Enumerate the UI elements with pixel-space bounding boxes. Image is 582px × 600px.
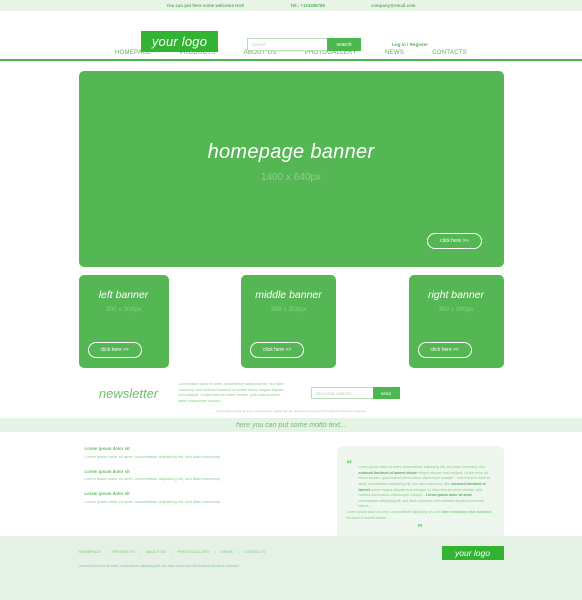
middle-banner-cta[interactable]: click here >> — [250, 342, 305, 358]
list-item[interactable]: Lorem ipsum dolor sit Lorem ipsum dolor … — [85, 491, 229, 505]
right-banner-title: right banner — [427, 289, 485, 301]
hero-zone: homepage banner 1400 x 640px click here … — [0, 61, 582, 267]
site-logo-text: your logo — [151, 34, 208, 49]
footer-nav-separator: | — [214, 550, 216, 554]
news-item-body: Lorem ipsum dolor sit amet, consectetuer… — [84, 498, 221, 504]
newsletter-form: send — [310, 387, 400, 400]
footer-nav-separator: | — [106, 550, 108, 554]
left-banner-size: 300 x 300px — [105, 306, 142, 313]
footer-nav-item-news[interactable]: NEWS — [221, 550, 233, 554]
newsletter-email-input[interactable] — [310, 387, 373, 400]
testimonial-body: Lorem ipsum dolor sit amet, consectetuer… — [358, 465, 491, 509]
right-banner-size: 300 x 300px — [438, 306, 474, 313]
middle-banner[interactable]: middle banner 300 x 300px click here >> — [241, 275, 336, 368]
middle-banner-title: middle banner — [255, 289, 322, 301]
hero-cta-button[interactable]: click here >> — [427, 233, 482, 249]
testimonial-tail: Lorem ipsum dolor sit amet, consectetuer… — [346, 510, 491, 520]
quote-open-icon: “ — [346, 458, 353, 471]
right-banner[interactable]: right banner 300 x 300px click here >> — [408, 275, 504, 368]
page-root: You can put here some welcome text! Tel.… — [0, 0, 582, 600]
middle-banner-size: 300 x 300px — [270, 306, 307, 313]
quote-close-icon: ” — [417, 522, 423, 535]
footer-navigation: HOMEPAGE | PRODUCTS | ABOUT US | PHOTOGA… — [79, 550, 504, 554]
nav-item-contacts[interactable]: CONTACTS — [432, 50, 467, 56]
footer-logo[interactable]: your logo — [441, 546, 504, 560]
search-button[interactable]: search — [327, 38, 361, 51]
email-text[interactable]: company@email.com — [371, 3, 416, 8]
list-item[interactable]: Lorem ipsum dolor sit Lorem ipsum dolor … — [85, 446, 229, 460]
phone-text: Tel.: +123456789 — [290, 3, 325, 8]
site-logo[interactable]: your logo — [141, 31, 218, 52]
welcome-text: You can put here some welcome text! — [166, 3, 245, 8]
motto-text: here you can put some motto text... — [236, 421, 346, 429]
motto-band: here you can put some motto text... — [0, 418, 582, 433]
login-register-link[interactable]: Log in / Register — [392, 42, 428, 47]
search-form: search — [247, 38, 361, 51]
left-banner[interactable]: left banner 300 x 300px click here >> — [78, 275, 169, 368]
search-input[interactable] — [247, 38, 327, 51]
newsletter-footnote: Lorem ipsum dolor sit amet, consectetuer… — [215, 409, 367, 414]
newsletter-section: newsletter Lorem ipsum dolor sit amet, c… — [79, 382, 504, 404]
content-area: Lorem ipsum dolor sit Lorem ipsum dolor … — [79, 446, 504, 545]
hero-size-label: 1400 x 640px — [260, 172, 322, 183]
footer-nav-item-about-us[interactable]: ABOUT US — [146, 550, 166, 554]
right-banner-cta[interactable]: click here >> — [417, 342, 472, 358]
footer-inner: HOMEPAGE | PRODUCTS | ABOUT US | PHOTOGA… — [79, 536, 504, 568]
footer-nav-item-homepage[interactable]: HOMEPAGE — [79, 550, 102, 554]
site-footer: HOMEPAGE | PRODUCTS | ABOUT US | PHOTOGA… — [0, 536, 582, 600]
footer-nav-separator: | — [139, 550, 141, 554]
left-banner-cta[interactable]: click here >> — [87, 342, 142, 358]
promo-banner-row: left banner 300 x 300px click here >> mi… — [78, 275, 504, 368]
footer-copyright: Lorem ipsum dolor sit amet, consectetuer… — [78, 564, 239, 568]
news-item-title: Lorem ipsum dolor sit — [84, 491, 130, 497]
site-header: your logo search Log in / Register — [0, 11, 582, 52]
left-banner-title: left banner — [98, 289, 149, 301]
footer-nav-item-products[interactable]: PRODUCTS — [112, 550, 134, 554]
nav-item-news[interactable]: NEWS — [385, 50, 404, 56]
newsletter-description: Lorem ipsum dolor sit amet, consectetuer… — [178, 382, 284, 403]
news-item-body: Lorem ipsum dolor sit amet, consectetuer… — [84, 453, 221, 459]
footer-nav-separator: | — [237, 550, 239, 554]
news-item-title: Lorem ipsum dolor sit — [84, 446, 130, 452]
list-item[interactable]: Lorem ipsum dolor sit Lorem ipsum dolor … — [85, 469, 229, 483]
footer-nav-item-contacts[interactable]: CONTACTS — [244, 550, 266, 554]
news-list: Lorem ipsum dolor sit Lorem ipsum dolor … — [79, 446, 229, 544]
newsletter-title: newsletter — [98, 385, 159, 401]
homepage-banner[interactable]: homepage banner 1400 x 640px click here … — [78, 71, 504, 267]
news-item-body: Lorem ipsum dolor sit amet, consectetuer… — [84, 476, 221, 482]
footer-nav-separator: | — [171, 550, 173, 554]
hero-title: homepage banner — [207, 141, 375, 163]
newsletter-send-button[interactable]: send — [372, 387, 400, 400]
top-welcome-bar: You can put here some welcome text! Tel.… — [0, 0, 582, 11]
footer-nav-item-photogallery[interactable]: PHOTOGALLERY — [177, 550, 209, 554]
testimonial-box: “ Lorem ipsum dolor sit amet, consectetu… — [336, 446, 504, 545]
footer-logo-text: your logo — [455, 548, 490, 558]
news-item-title: Lorem ipsum dolor sit — [84, 468, 130, 474]
